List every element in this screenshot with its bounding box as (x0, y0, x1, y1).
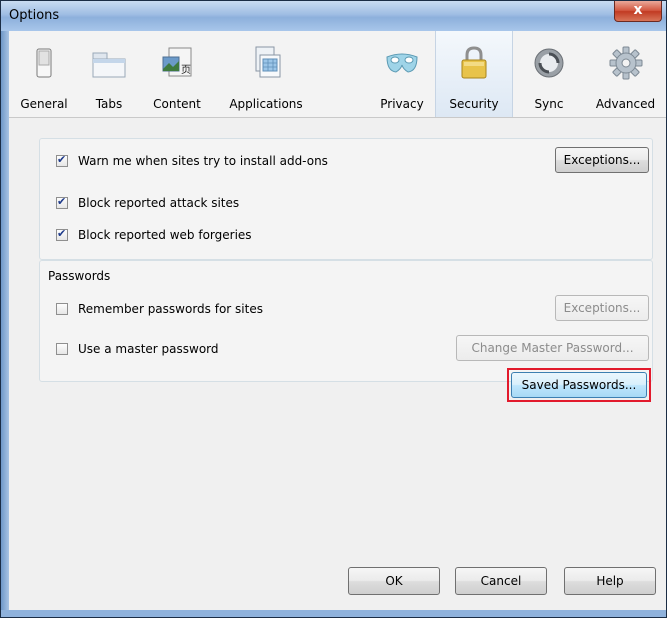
tab-label: Tabs (95, 97, 123, 111)
remember-passwords-label: Remember passwords for sites (78, 302, 263, 316)
addons-exceptions-button[interactable]: Exceptions... (555, 147, 649, 173)
window-frame-left (1, 31, 9, 617)
ok-button[interactable]: OK (348, 567, 440, 595)
content-icon: 页 (162, 47, 192, 77)
block-forgeries-checkbox[interactable] (56, 227, 68, 241)
tab-general[interactable]: General (9, 31, 79, 117)
tab-sync[interactable]: Sync (513, 31, 585, 117)
tab-advanced[interactable]: Advanced (585, 31, 666, 117)
remember-passwords-row[interactable]: Remember passwords for sites (56, 302, 263, 316)
tab-label: Security (449, 97, 499, 111)
window-title: Options (9, 8, 60, 23)
tab-tabs[interactable]: Tabs (79, 31, 139, 117)
warn-addons-label: Warn me when sites try to install add-on… (78, 154, 328, 168)
master-password-row[interactable]: Use a master password (56, 342, 219, 356)
sync-icon (534, 48, 564, 78)
cancel-button[interactable]: Cancel (455, 567, 547, 595)
tab-label: Advanced (595, 97, 656, 111)
passwords-exceptions-button[interactable]: Exceptions... (555, 295, 649, 321)
block-attack-label: Block reported attack sites (78, 196, 240, 210)
change-master-password-button[interactable]: Change Master Password... (456, 335, 649, 361)
applications-icon (255, 46, 281, 78)
passwords-group: Passwords Remember passwords for sites E… (39, 260, 653, 382)
security-group: Warn me when sites try to install add-on… (39, 138, 653, 260)
tab-label: General (20, 97, 68, 111)
tab-label: Privacy (380, 97, 424, 111)
switch-icon (36, 48, 52, 78)
tab-label: Applications (229, 97, 303, 111)
block-attack-row[interactable]: Block reported attack sites (56, 195, 240, 210)
master-password-label: Use a master password (78, 342, 219, 356)
saved-passwords-button[interactable]: Saved Passwords... (511, 372, 647, 398)
security-pane: Warn me when sites try to install add-on… (9, 118, 666, 610)
warn-addons-checkbox[interactable] (56, 153, 68, 167)
tab-content[interactable]: 页 Content (139, 31, 215, 117)
help-button[interactable]: Help (564, 567, 656, 595)
master-password-checkbox[interactable] (56, 343, 68, 355)
padlock-icon (461, 46, 487, 79)
gear-icon (609, 46, 642, 80)
tab-label: Sync (534, 97, 564, 111)
block-forgeries-label: Block reported web forgeries (78, 228, 252, 242)
remember-passwords-checkbox[interactable] (56, 303, 68, 315)
options-window: Options x General Tabs 页 Content Applica… (0, 0, 667, 618)
tabs-icon (92, 52, 126, 78)
tab-label: Content (153, 97, 201, 111)
title-bar[interactable]: Options x (1, 1, 666, 31)
tab-security[interactable]: Security (435, 31, 513, 117)
block-attack-checkbox[interactable] (56, 195, 68, 209)
window-frame-bottom (1, 610, 666, 617)
close-button[interactable]: x (614, 1, 662, 22)
passwords-legend: Passwords (48, 269, 111, 283)
mask-icon (386, 53, 418, 73)
tab-privacy[interactable]: Privacy (369, 31, 435, 117)
tab-applications[interactable]: Applications (215, 31, 317, 117)
close-icon: x (633, 2, 643, 18)
warn-addons-row[interactable]: Warn me when sites try to install add-on… (56, 153, 328, 168)
preferences-toolbar: General Tabs 页 Content Applications Priv… (9, 31, 666, 118)
block-forgeries-row[interactable]: Block reported web forgeries (56, 227, 252, 242)
svg-text:页: 页 (181, 64, 191, 76)
